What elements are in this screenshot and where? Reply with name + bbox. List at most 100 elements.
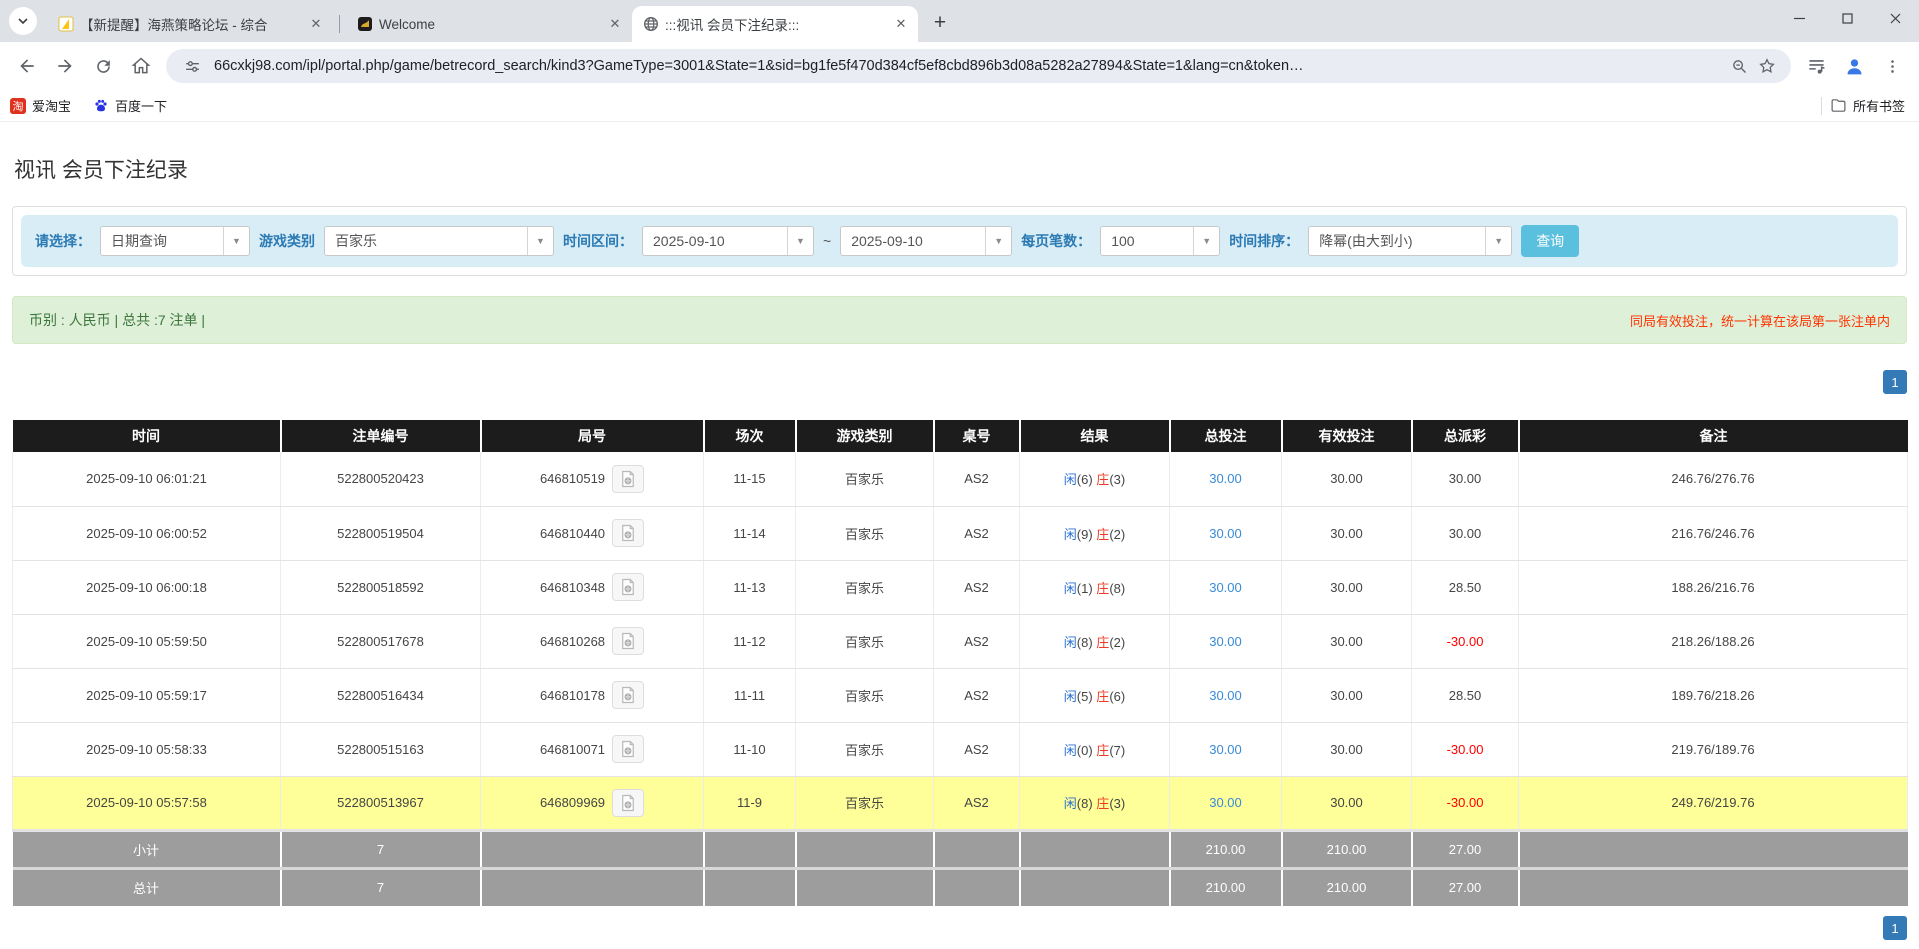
cell-note: 188.26/216.76: [1519, 560, 1908, 614]
zoom-icon[interactable]: [1725, 52, 1753, 80]
video-replay-button[interactable]: [612, 789, 644, 817]
query-type-select[interactable]: 日期查询 ▼: [100, 226, 250, 256]
site-settings-icon[interactable]: [178, 52, 206, 80]
tab-search-button[interactable]: [9, 7, 37, 35]
profile-avatar-icon[interactable]: [1837, 49, 1871, 83]
summary-bar: 币别 : 人民币 | 总共 :7 注单 | 同局有效投注，统一计算在该局第一张注…: [12, 296, 1907, 344]
tab-title: Welcome: [379, 17, 600, 32]
all-bookmarks-button[interactable]: 所有书签: [1830, 96, 1905, 115]
cell-bet-id: 522800519504: [281, 506, 481, 560]
table-row: 2025-09-10 06:00:18522800518592646810348…: [13, 560, 1908, 614]
forward-button[interactable]: [48, 49, 82, 83]
chevron-down-icon: ▼: [787, 227, 813, 255]
page-size-select[interactable]: 100 ▼: [1100, 226, 1220, 256]
cell-result: 闲(8) 庄(2): [1020, 614, 1170, 668]
cell-round-id: 646810440: [481, 506, 704, 560]
reload-button[interactable]: [86, 49, 120, 83]
table-footer: 小计 7 210.00 210.00 27.00 总计 7 210.00 210…: [13, 830, 1908, 906]
subtotal-row: 小计 7 210.00 210.00 27.00: [13, 830, 1908, 868]
result-player: 闲: [1064, 527, 1077, 542]
result-player-score: (1): [1077, 581, 1093, 596]
video-replay-button[interactable]: [612, 681, 644, 709]
subtotal-total-bet: 210.00: [1170, 830, 1282, 868]
folder-icon: [1830, 97, 1847, 114]
cell-round-id: 646810071: [481, 722, 704, 776]
query-button[interactable]: 查询: [1521, 225, 1579, 257]
video-replay-button[interactable]: [612, 627, 644, 655]
cell-payout: 30.00: [1412, 452, 1519, 506]
cell-time: 2025-09-10 05:59:17: [13, 668, 281, 722]
cell-valid-bet: 30.00: [1282, 722, 1412, 776]
tab-forum[interactable]: 【新提醒】海燕策略论坛 - 综合 ✕: [47, 6, 333, 42]
tab-bet-records[interactable]: :::视讯 会员下注纪录::: ✕: [632, 6, 918, 42]
result-banker: 庄: [1093, 796, 1110, 811]
cell-game-type: 百家乐: [796, 506, 934, 560]
video-replay-button[interactable]: [612, 735, 644, 763]
welcome-favicon: [356, 16, 373, 33]
tab-close-icon[interactable]: ✕: [307, 15, 325, 33]
cell-total-bet: 30.00: [1170, 776, 1282, 830]
bookmark-baidu[interactable]: 百度一下: [93, 96, 167, 115]
page-1-button[interactable]: 1: [1883, 916, 1907, 940]
bookmark-aitaobao[interactable]: 淘 爱淘宝: [10, 96, 71, 115]
bet-records-table: 时间 注单编号 局号 场次 游戏类别 桌号 结果 总投注 有效投注 总派彩 备注…: [12, 420, 1908, 906]
cell-total-bet-link[interactable]: 30.00: [1209, 688, 1242, 703]
cell-game-type: 百家乐: [796, 722, 934, 776]
cell-total-bet-link[interactable]: 30.00: [1209, 634, 1242, 649]
date-from-select[interactable]: 2025-09-10 ▼: [642, 226, 814, 256]
window-restore-icon[interactable]: [1823, 0, 1871, 36]
video-record-icon: [619, 524, 637, 542]
result-player-score: (5): [1077, 689, 1093, 704]
table-row: 2025-09-10 06:00:52522800519504 646810440…: [13, 506, 1908, 560]
col-bet-id: 注单编号: [281, 420, 481, 452]
tab-welcome[interactable]: Welcome ✕: [346, 6, 632, 42]
window-minimize-icon[interactable]: [1775, 0, 1823, 36]
sort-select[interactable]: 降幂(由大到小) ▼: [1308, 226, 1512, 256]
tab-close-icon[interactable]: ✕: [892, 15, 910, 33]
result-banker-score: (3): [1109, 472, 1125, 487]
round-id-text: 646810071: [540, 742, 605, 757]
cell-result: 闲(1) 庄(8): [1020, 560, 1170, 614]
cell-payout: 28.50: [1412, 560, 1519, 614]
video-replay-button[interactable]: [612, 573, 644, 601]
cell-session: 11-15: [704, 452, 796, 506]
media-controls-icon[interactable]: [1799, 49, 1833, 83]
video-replay-button[interactable]: [612, 519, 644, 547]
round-id-text: 646810348: [540, 580, 605, 595]
cell-round-id: 646810178: [481, 668, 704, 722]
result-player-score: (8): [1077, 635, 1093, 650]
date-range-label: 时间区间：: [563, 231, 633, 251]
col-round-id: 局号: [481, 420, 704, 452]
date-to-select[interactable]: 2025-09-10 ▼: [840, 226, 1012, 256]
cell-note: 249.76/219.76: [1519, 776, 1908, 830]
bookmark-star-icon[interactable]: [1753, 52, 1781, 80]
cell-time: 2025-09-10 06:00:52: [13, 506, 281, 560]
cell-total-bet: 30.00: [1170, 722, 1282, 776]
bookmark-label: 爱淘宝: [32, 96, 71, 115]
tab-close-icon[interactable]: ✕: [606, 15, 624, 33]
cell-total-bet-link[interactable]: 30.00: [1209, 795, 1242, 810]
round-id-text: 646810440: [540, 526, 605, 541]
home-button[interactable]: [124, 49, 158, 83]
video-record-icon: [619, 470, 637, 488]
cell-total-bet-link[interactable]: 30.00: [1209, 526, 1242, 541]
cell-total-bet-link[interactable]: 30.00: [1209, 580, 1242, 595]
new-tab-button[interactable]: +: [926, 9, 954, 37]
back-button[interactable]: [10, 49, 44, 83]
cell-payout: -30.00: [1412, 722, 1519, 776]
cell-total-bet-link[interactable]: 30.00: [1209, 742, 1242, 757]
video-replay-button[interactable]: [612, 465, 644, 493]
window-close-icon[interactable]: [1871, 0, 1919, 36]
filter-bar: 请选择： 日期查询 ▼ 游戏类别 百家乐 ▼ 时间区间： 2025-09-10 …: [21, 215, 1898, 267]
kebab-menu-icon[interactable]: [1875, 49, 1909, 83]
page-1-button[interactable]: 1: [1883, 370, 1907, 394]
cell-session: 11-10: [704, 722, 796, 776]
game-type-select[interactable]: 百家乐 ▼: [324, 226, 554, 256]
tab-title: :::视讯 会员下注纪录:::: [665, 14, 886, 34]
video-record-icon: [619, 632, 637, 650]
page-size-label: 每页笔数：: [1021, 231, 1091, 251]
address-bar[interactable]: 66cxkj98.com/ipl/portal.php/game/betreco…: [166, 49, 1791, 83]
total-count: 7: [281, 868, 481, 906]
result-banker-score: (3): [1109, 796, 1125, 811]
cell-total-bet-link[interactable]: 30.00: [1209, 471, 1242, 486]
